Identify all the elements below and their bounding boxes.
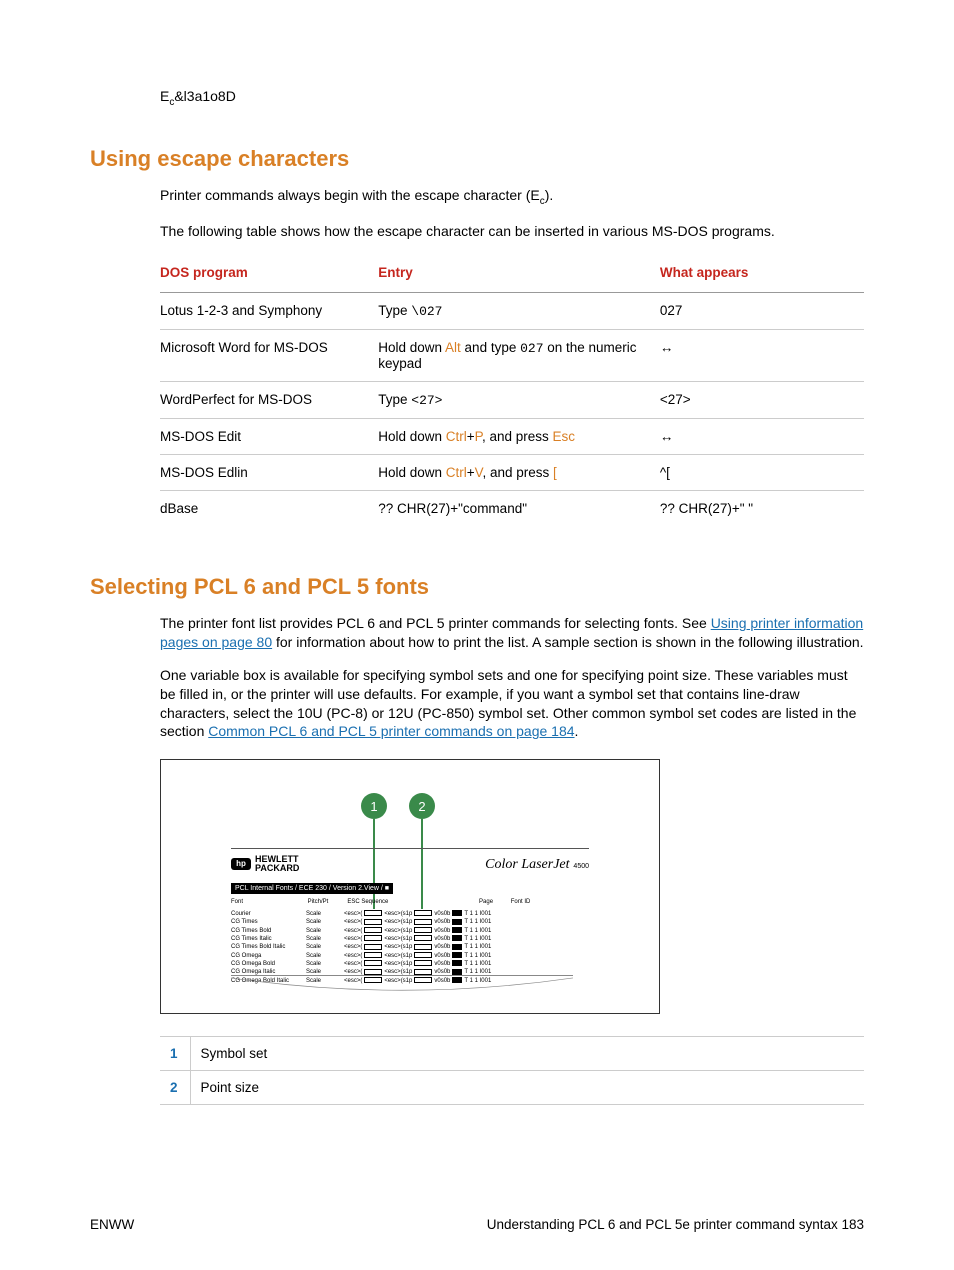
cell-program: MS-DOS Edit bbox=[160, 418, 378, 454]
cell-program: WordPerfect for MS-DOS bbox=[160, 381, 378, 418]
table-row: WordPerfect for MS-DOSType <27><27> bbox=[160, 381, 864, 418]
title-bar: PCL Internal Fonts / ECE 230 / Version 2… bbox=[231, 883, 393, 894]
table-row: dBase?? CHR(27)+"command"?? CHR(27)+" " bbox=[160, 490, 864, 526]
font-grid-row: CG Times ItalicScale<esc>(<esc>(s1pv0s0b… bbox=[231, 935, 589, 943]
heading-escape-characters: Using escape characters bbox=[90, 146, 864, 172]
dos-program-table: DOS program Entry What appears Lotus 1-2… bbox=[160, 255, 864, 526]
font-list-illustration: 1 2 hp HEWLETT PACKARD Color LaserJet 45… bbox=[160, 759, 864, 1014]
cell-appears: ^[ bbox=[660, 454, 864, 490]
color-laserjet-title: Color LaserJet 4500 bbox=[485, 855, 589, 873]
cell-entry: Hold down Ctrl+P, and press Esc bbox=[378, 418, 660, 454]
font-grid-row: CourierScale<esc>(<esc>(s1pv0s0bT 1 1 I0… bbox=[231, 910, 589, 918]
font-grid-row: CG OmegaScale<esc>(<esc>(s1pv0s0bT 1 1 I… bbox=[231, 952, 589, 960]
font-grid-row: CG TimesScale<esc>(<esc>(s1pv0s0bT 1 1 I… bbox=[231, 918, 589, 926]
th-appears: What appears bbox=[660, 255, 864, 293]
cell-appears: ↔ bbox=[660, 418, 864, 454]
footer-left: ENWW bbox=[90, 1217, 134, 1232]
font-grid-row: CG Times BoldScale<esc>(<esc>(s1pv0s0bT … bbox=[231, 927, 589, 935]
cell-entry: Type <27> bbox=[378, 381, 660, 418]
footer-right: Understanding PCL 6 and PCL 5e printer c… bbox=[487, 1217, 864, 1232]
cell-program: MS-DOS Edlin bbox=[160, 454, 378, 490]
legend-row-1: 1 Symbol set bbox=[160, 1037, 864, 1071]
link-common-pcl-commands[interactable]: Common PCL 6 and PCL 5 printer commands … bbox=[208, 723, 574, 739]
cell-program: Microsoft Word for MS-DOS bbox=[160, 329, 378, 381]
escape-rest: &l3a1o8D bbox=[174, 88, 236, 104]
table-row: Microsoft Word for MS-DOSHold down Alt a… bbox=[160, 329, 864, 381]
callout-2: 2 bbox=[409, 793, 435, 819]
cell-appears: <27> bbox=[660, 381, 864, 418]
hp-logo-icon: hp bbox=[231, 858, 251, 870]
cell-entry: Hold down Ctrl+V, and press [ bbox=[378, 454, 660, 490]
table-row: MS-DOS EditHold down Ctrl+P, and press E… bbox=[160, 418, 864, 454]
legend-row-2: 2 Point size bbox=[160, 1071, 864, 1105]
font-grid: Font Pitch/Pt ESC Sequence Page Font ID … bbox=[231, 898, 589, 985]
callout-legend-table: 1 Symbol set 2 Point size bbox=[160, 1036, 864, 1105]
table-row: Lotus 1-2-3 and SymphonyType \027027 bbox=[160, 292, 864, 329]
th-program: DOS program bbox=[160, 255, 378, 293]
font-grid-row: CG Times Bold ItalicScale<esc>(<esc>(s1p… bbox=[231, 943, 589, 951]
fonts-para-2: One variable box is available for specif… bbox=[160, 666, 864, 742]
cell-program: dBase bbox=[160, 490, 378, 526]
escape-para-2: The following table shows how the escape… bbox=[160, 222, 864, 241]
th-entry: Entry bbox=[378, 255, 660, 293]
table-row: MS-DOS EdlinHold down Ctrl+V, and press … bbox=[160, 454, 864, 490]
cell-entry: Type \027 bbox=[378, 292, 660, 329]
page-footer: ENWW Understanding PCL 6 and PCL 5e prin… bbox=[90, 1217, 864, 1232]
escape-para-1: Printer commands always begin with the e… bbox=[160, 186, 864, 208]
fonts-para-1: The printer font list provides PCL 6 and… bbox=[160, 614, 864, 652]
callout-1: 1 bbox=[361, 793, 387, 819]
font-grid-row: CG Omega BoldScale<esc>(<esc>(s1pv0s0bT … bbox=[231, 960, 589, 968]
cell-program: Lotus 1-2-3 and Symphony bbox=[160, 292, 378, 329]
escape-sequence-line: Ec&l3a1o8D bbox=[160, 88, 864, 108]
escape-e: E bbox=[160, 88, 169, 104]
cell-appears: ?? CHR(27)+" " bbox=[660, 490, 864, 526]
cell-entry: Hold down Alt and type 027 on the numeri… bbox=[378, 329, 660, 381]
hp-logo: hp HEWLETT PACKARD bbox=[231, 855, 299, 873]
heading-selecting-fonts: Selecting PCL 6 and PCL 5 fonts bbox=[90, 574, 864, 600]
cell-appears: 027 bbox=[660, 292, 864, 329]
cell-entry: ?? CHR(27)+"command" bbox=[378, 490, 660, 526]
cell-appears: ↔ bbox=[660, 329, 864, 381]
page-curve bbox=[231, 975, 573, 995]
hp-sample-page: hp HEWLETT PACKARD Color LaserJet 4500 P… bbox=[231, 848, 589, 995]
